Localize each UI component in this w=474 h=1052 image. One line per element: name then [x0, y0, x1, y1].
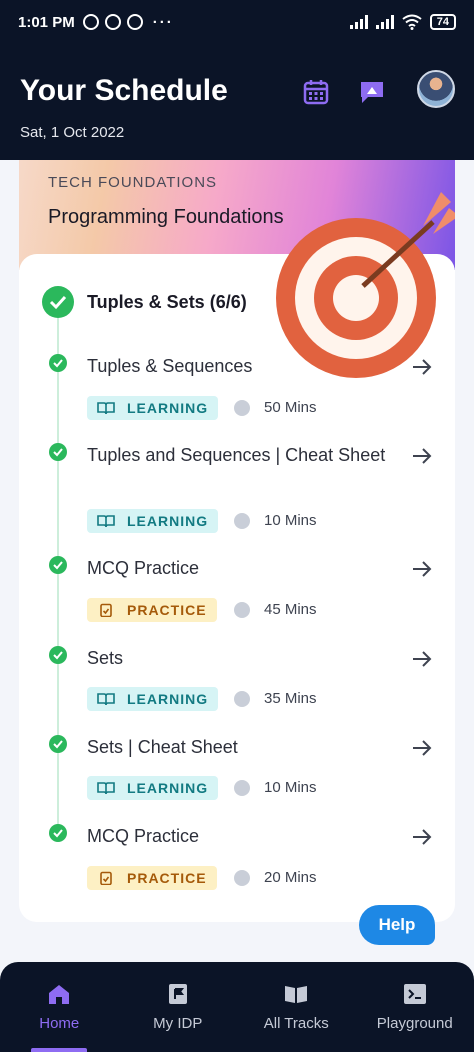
item-title: MCQ Practice: [87, 558, 200, 578]
practice-badge: PRACTICE: [87, 866, 217, 890]
clipboard-icon: [100, 871, 112, 885]
schedule-date: Sat, 1 Oct 2022: [20, 124, 125, 141]
course-category: TECH FOUNDATIONS: [48, 174, 218, 191]
complete-check-icon: [49, 735, 67, 753]
nav-label: All Tracks: [263, 1015, 329, 1032]
help-button[interactable]: Help: [359, 905, 435, 945]
complete-check-icon: [49, 443, 67, 461]
signal-icon: [349, 15, 368, 29]
book-open-icon: [285, 986, 308, 1003]
nav-label: Home: [39, 1015, 80, 1032]
badge-label: PRACTICE: [127, 870, 207, 886]
complete-check-icon: [49, 824, 67, 842]
app-notification-icon: [126, 14, 143, 30]
whatsapp-icon: [82, 14, 99, 30]
item-duration: 45 Mins: [264, 601, 317, 618]
nav-label: Playground: [376, 1015, 453, 1032]
arrow-right-icon[interactable]: [411, 558, 433, 580]
telegram-icon: [104, 14, 121, 30]
flag-doc-icon: [168, 984, 187, 1004]
book-icon: [97, 782, 115, 795]
item-title: Tuples & Sequences: [87, 356, 253, 376]
practice-badge: PRACTICE: [87, 598, 217, 622]
clock-icon: [234, 602, 250, 618]
book-icon: [97, 402, 115, 415]
course-title: Programming Foundations: [48, 206, 284, 228]
book-icon: [97, 515, 115, 528]
status-bar: 1:01 PM ··· 74: [0, 0, 474, 44]
badge-label: PRACTICE: [127, 602, 207, 618]
clock-icon: [234, 513, 250, 529]
arrow-right-icon[interactable]: [411, 826, 433, 848]
more-notifications-icon: ···: [152, 13, 174, 31]
learning-badge: LEARNING: [87, 396, 219, 420]
item-title: MCQ Practice: [87, 826, 200, 846]
progress-timeline: [57, 318, 59, 838]
item-duration: 20 Mins: [264, 869, 317, 886]
nav-item-playground[interactable]: Playground: [356, 962, 474, 1052]
section-title: Tuples & Sets (6/6): [87, 292, 247, 312]
section-complete-icon: [42, 286, 74, 318]
bottom-nav: Home My IDP All Tracks Playground: [0, 962, 474, 1052]
book-icon: [97, 693, 115, 706]
user-avatar[interactable]: [417, 70, 455, 108]
status-time: 1:01 PM: [18, 13, 75, 31]
item-title: Sets | Cheat Sheet: [87, 737, 238, 757]
app-header: Your Schedule Sat, 1 Oct 2022: [0, 44, 474, 160]
nav-label: My IDP: [153, 1015, 203, 1032]
item-duration: 35 Mins: [264, 690, 317, 707]
flag-chat-icon[interactable]: [358, 78, 386, 106]
terminal-icon: [403, 984, 426, 1004]
item-duration: 50 Mins: [264, 399, 317, 416]
clock-icon: [234, 870, 250, 886]
course-card: TECH FOUNDATIONS Programming Foundations…: [19, 160, 455, 922]
learning-badge: LEARNING: [87, 509, 219, 533]
clock-icon: [234, 780, 250, 796]
badge-label: LEARNING: [127, 691, 209, 707]
active-tab-indicator: [31, 1048, 88, 1052]
nav-item-home[interactable]: Home: [0, 962, 119, 1052]
complete-check-icon: [49, 354, 67, 372]
clock-icon: [234, 400, 250, 416]
wifi-icon: [402, 14, 422, 30]
badge-label: LEARNING: [127, 780, 209, 796]
battery-icon: 74: [429, 14, 456, 30]
nav-item-all-tracks[interactable]: All Tracks: [237, 962, 356, 1052]
clock-icon: [234, 691, 250, 707]
notification-icons: [82, 14, 143, 30]
clipboard-icon: [100, 603, 112, 617]
item-title: Tuples and Sequences | Cheat Sheet: [87, 445, 386, 465]
badge-label: LEARNING: [127, 513, 209, 529]
item-duration: 10 Mins: [264, 779, 317, 796]
arrow-right-icon[interactable]: [411, 445, 433, 467]
learning-badge: LEARNING: [87, 687, 219, 711]
home-icon: [49, 985, 70, 1004]
system-status-icons: 74: [349, 14, 456, 30]
arrow-right-icon[interactable]: [411, 356, 433, 378]
signal-2-icon: [375, 15, 394, 29]
complete-check-icon: [49, 556, 67, 574]
item-title: Sets: [87, 648, 124, 668]
badge-label: LEARNING: [127, 400, 209, 416]
arrow-right-icon[interactable]: [411, 648, 433, 670]
nav-item-my-idp[interactable]: My IDP: [119, 962, 238, 1052]
complete-check-icon: [49, 646, 67, 664]
arrow-right-icon[interactable]: [411, 737, 433, 759]
calendar-icon[interactable]: [302, 78, 330, 106]
learning-badge: LEARNING: [87, 776, 219, 800]
item-duration: 10 Mins: [264, 512, 317, 529]
page-title: Your Schedule: [20, 74, 228, 107]
